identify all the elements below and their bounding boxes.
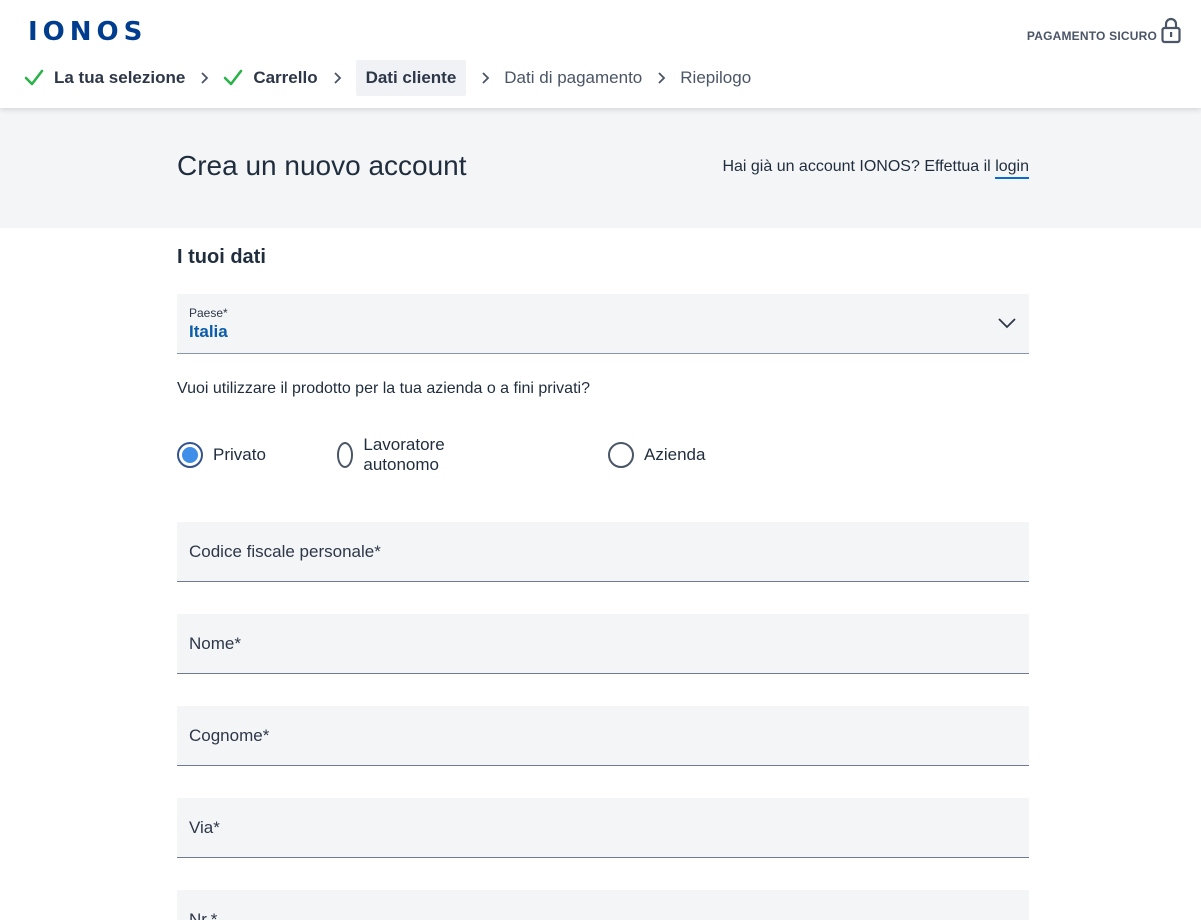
chevron-right-icon	[658, 72, 666, 84]
radio-label: Azienda	[644, 445, 706, 464]
checkout-header: IONOS PAGAMENTO SICURO La tua selezione …	[0, 0, 1201, 108]
account-band: Crea un nuovo account Hai già un account…	[0, 108, 1201, 228]
cognome-field[interactable]	[177, 706, 1029, 766]
login-prompt-text: Hai già un account IONOS? Effettua il	[722, 158, 991, 175]
secure-payment-label: PAGAMENTO SICURO	[1026, 29, 1157, 43]
country-select-label: Paese*	[189, 306, 228, 320]
login-link[interactable]: login	[995, 158, 1029, 179]
cognome-input[interactable]	[177, 706, 1029, 765]
customer-type-question: Vuoi utilizzare il prodotto per la tua a…	[177, 380, 590, 397]
step-carrello[interactable]: Carrello	[223, 60, 318, 96]
chevron-right-icon	[201, 72, 209, 84]
via-field[interactable]	[177, 798, 1029, 858]
codice-fiscale-field[interactable]	[177, 522, 1029, 582]
step-dati-cliente: Dati cliente	[355, 60, 467, 96]
lock-icon	[1161, 17, 1181, 44]
radio-button[interactable]	[608, 442, 634, 468]
step-label: La tua selezione	[54, 68, 186, 87]
step-label: Dati di pagamento	[504, 68, 643, 87]
step-label: Carrello	[253, 68, 318, 87]
section-title: I tuoi dati	[177, 246, 266, 268]
login-prompt: Hai già un account IONOS? Effettua il lo…	[722, 158, 1029, 179]
radio-label: Privato	[213, 445, 266, 464]
radio-azienda[interactable]: Azienda	[608, 441, 705, 469]
step-label: Riepilogo	[680, 68, 752, 87]
numero-civico-field[interactable]	[177, 890, 1029, 920]
radio-lavoratore-autonomo[interactable]: Lavoratore autonomo	[337, 435, 454, 474]
step-dati-di-pagamento: Dati di pagamento	[504, 60, 642, 96]
page-title: Crea un nuovo account	[177, 150, 467, 181]
ionos-logo[interactable]: IONOS	[28, 18, 147, 46]
radio-button[interactable]	[337, 442, 354, 468]
step-la-tua-selezione[interactable]: La tua selezione	[24, 60, 185, 96]
nome-field[interactable]	[177, 614, 1029, 674]
numero-civico-input[interactable]	[177, 890, 1029, 920]
country-select-value: Italia	[189, 322, 228, 341]
radio-label: Lavoratore autonomo	[363, 435, 445, 474]
checkout-steps: La tua selezione Carrello Dati cliente D…	[24, 60, 751, 96]
check-icon	[24, 69, 44, 86]
chevron-down-icon	[998, 318, 1016, 329]
step-label: Dati cliente	[365, 68, 457, 87]
secure-payment-indicator: PAGAMENTO SICURO	[1027, 16, 1181, 44]
via-input[interactable]	[177, 798, 1029, 857]
check-icon	[224, 69, 243, 86]
radio-privato[interactable]: Privato	[177, 441, 266, 469]
nome-input[interactable]	[177, 614, 1029, 673]
step-riepilogo: Riepilogo	[680, 60, 751, 96]
codice-fiscale-input[interactable]	[177, 522, 1029, 581]
chevron-right-icon	[482, 72, 490, 84]
radio-button-selected[interactable]	[177, 442, 203, 468]
country-select[interactable]: Paese* Italia	[177, 294, 1029, 354]
chevron-right-icon	[333, 72, 341, 84]
